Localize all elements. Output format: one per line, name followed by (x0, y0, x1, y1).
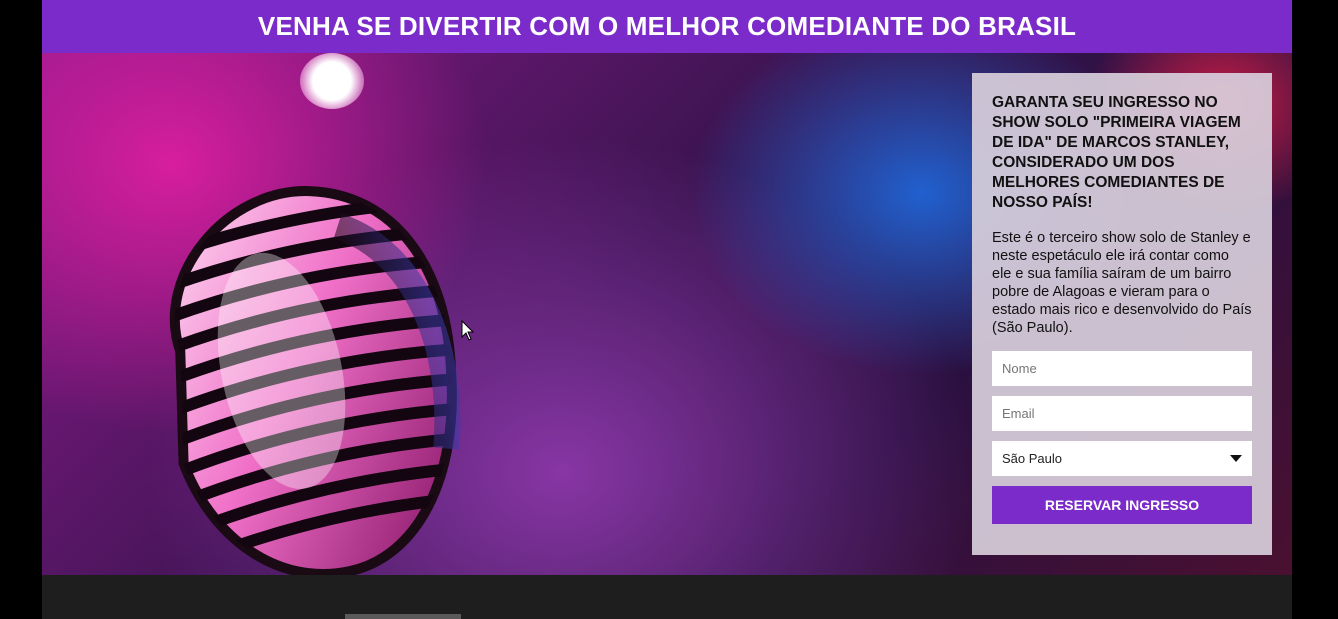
chevron-down-icon (1230, 455, 1242, 462)
spotlight (300, 53, 364, 109)
state-select-value: São Paulo (1002, 451, 1062, 466)
email-input[interactable] (992, 396, 1252, 431)
form-heading: GARANTA SEU INGRESSO NO SHOW SOLO "PRIME… (992, 94, 1241, 211)
header-bar: VENHA SE DIVERTIR COM O MELHOR COMEDIANT… (42, 0, 1292, 53)
state-select[interactable]: São Paulo (992, 441, 1252, 476)
reserve-ticket-button[interactable]: RESERVAR INGRESSO (992, 486, 1252, 524)
page-title: VENHA SE DIVERTIR COM O MELHOR COMEDIANT… (257, 11, 1077, 41)
microphone-image (132, 186, 492, 575)
page: VENHA SE DIVERTIR COM O MELHOR COMEDIANT… (42, 0, 1292, 619)
form-description: Este é o terceiro show solo de Stanley e… (992, 230, 1252, 336)
ticket-form-card: GARANTA SEU INGRESSO NO SHOW SOLO "PRIME… (972, 73, 1272, 555)
mouse-cursor-icon (461, 320, 475, 341)
next-section-image-top (345, 614, 461, 619)
hero-banner: GARANTA SEU INGRESSO NO SHOW SOLO "PRIME… (42, 53, 1292, 575)
name-input[interactable] (992, 351, 1252, 386)
